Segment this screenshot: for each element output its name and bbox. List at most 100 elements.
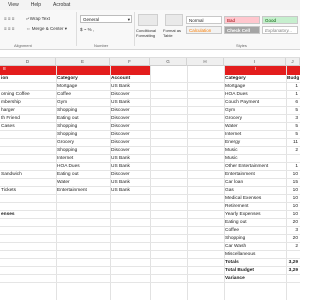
style-explanatory[interactable]: Explanatory... <box>262 26 298 34</box>
cell-budget-category[interactable]: Car loan <box>224 179 286 187</box>
cell-account[interactable]: Discover <box>110 171 150 179</box>
style-calculation[interactable]: Calculation <box>186 26 222 34</box>
cell-account[interactable]: Discover <box>110 147 150 155</box>
cell-budget-amount[interactable]: 6 <box>286 99 300 107</box>
cell-description[interactable]: Cases <box>0 123 56 131</box>
cell-budget-category[interactable]: Music <box>224 155 286 163</box>
cell-budget-amount[interactable]: 5 <box>286 107 300 115</box>
cell-category[interactable]: Gym <box>56 99 110 107</box>
cell-budget-category[interactable]: Coffee <box>224 227 286 235</box>
cell-budget-amount[interactable]: 10 <box>286 203 300 211</box>
cell-budget-amount[interactable]: 5 <box>286 123 300 131</box>
cell-category[interactable]: Water <box>56 179 110 187</box>
cell-category[interactable]: Shopping <box>56 131 110 139</box>
cell-budget-amount[interactable]: 3 <box>286 227 300 235</box>
cell-account[interactable]: US Bank <box>110 179 150 187</box>
right-header-budget[interactable]: Budg <box>286 75 300 83</box>
cell-description[interactable] <box>0 179 56 187</box>
column-header-d[interactable]: D <box>0 58 56 66</box>
cell-budget-category[interactable]: Yearly Expenses <box>224 211 286 219</box>
cell-budget-amount[interactable]: 3 <box>286 115 300 123</box>
format-as-table-icon[interactable] <box>165 14 183 26</box>
cell-budget-category[interactable]: Other Entertainment <box>224 163 286 171</box>
cell-category[interactable]: Shopping <box>56 147 110 155</box>
number-format-symbols[interactable]: $ ~ % , <box>80 27 94 32</box>
cell-category[interactable]: HOA Dues <box>56 163 110 171</box>
cell-expenses-label[interactable]: enses <box>0 211 56 219</box>
cell-budget-amount[interactable] <box>286 155 300 163</box>
cell-budget-amount[interactable]: 10 <box>286 211 300 219</box>
cell-budget-amount[interactable]: 2 <box>286 147 300 155</box>
cell-account[interactable]: Discover <box>110 131 150 139</box>
cell-account[interactable]: Discover <box>110 107 150 115</box>
menu-help[interactable]: Help <box>31 2 41 8</box>
cell-account[interactable]: Discover <box>110 91 150 99</box>
conditional-formatting-icon[interactable] <box>138 14 158 26</box>
style-bad[interactable]: Bad <box>224 16 260 24</box>
menu-view[interactable]: View <box>8 2 19 8</box>
cell-budget-amount[interactable]: 20 <box>286 219 300 227</box>
cell-budget-category[interactable]: Music <box>224 147 286 155</box>
cell-account[interactable]: US Bank <box>110 155 150 163</box>
cell-category[interactable]: Eating out <box>56 171 110 179</box>
cell-description[interactable]: Sandwich <box>0 171 56 179</box>
align-top-icon[interactable]: ≡ ≡ ≡ <box>4 16 14 21</box>
cell-budget-category[interactable]: Mortgage <box>224 83 286 91</box>
cell-category[interactable]: Grocery <box>56 139 110 147</box>
cell-category[interactable]: Mortgage <box>56 83 110 91</box>
cell-budget-category[interactable]: Retirement <box>224 203 286 211</box>
wrap-text-button[interactable]: ⤶ Wrap Text <box>26 16 50 21</box>
total-budget-value[interactable]: 3,29 <box>286 267 300 275</box>
cell-category[interactable]: Shopping <box>56 123 110 131</box>
cell-account[interactable]: Discover <box>110 115 150 123</box>
cell-account[interactable]: Discover <box>110 123 150 131</box>
cell-category[interactable]: Coffee <box>56 91 110 99</box>
cell-budget-amount[interactable]: 10 <box>286 171 300 179</box>
align-left-icon[interactable]: ≡ ≡ ≡ <box>4 26 14 31</box>
cell-budget-category[interactable]: Water <box>224 123 286 131</box>
cell-description[interactable] <box>0 147 56 155</box>
cell-budget-amount[interactable]: 1 <box>286 91 300 99</box>
column-header-j[interactable]: J <box>286 58 300 66</box>
totals-value[interactable]: 3,29 <box>286 259 300 267</box>
cell-budget-amount[interactable]: 15 <box>286 179 300 187</box>
cell-budget-category[interactable]: Gas <box>224 187 286 195</box>
number-format-select[interactable]: General ▾ <box>80 15 132 23</box>
totals-label[interactable]: Totals <box>224 259 286 267</box>
column-header-f[interactable]: F <box>110 58 150 66</box>
column-header-h[interactable]: H <box>187 58 224 66</box>
cell-budget-amount[interactable]: 10 <box>286 187 300 195</box>
cell-budget-category[interactable]: Entertainment <box>224 171 286 179</box>
cell-budget-category[interactable]: Internet <box>224 131 286 139</box>
cell-budget-category[interactable]: Car Wash <box>224 243 286 251</box>
variance-label[interactable]: Variance <box>224 275 286 283</box>
menu-acrobat[interactable]: Acrobat <box>53 2 70 8</box>
cell-account[interactable]: US Bank <box>110 83 150 91</box>
style-check-cell[interactable]: Check Cell <box>224 26 260 34</box>
cell-budget-category[interactable]: Gym <box>224 107 286 115</box>
column-header-e[interactable]: E <box>56 58 110 66</box>
cell-description[interactable]: orning Coffee <box>0 91 56 99</box>
style-normal[interactable]: Normal <box>186 16 222 24</box>
left-header-account[interactable]: Account <box>110 75 150 83</box>
cell-category[interactable]: Eating out <box>56 115 110 123</box>
merge-center-button[interactable]: ⇔ Merge & Center ▾ <box>26 26 67 32</box>
cell-account[interactable]: Discover <box>110 139 150 147</box>
formula-bar[interactable] <box>0 50 300 58</box>
left-header-category[interactable]: Category <box>56 75 110 83</box>
cell-description[interactable] <box>0 139 56 147</box>
cell-budget-amount[interactable]: 1 <box>286 83 300 91</box>
cell-description[interactable] <box>0 83 56 91</box>
cell-budget-amount[interactable]: 11 <box>286 139 300 147</box>
cell-description[interactable]: Tickets <box>0 187 56 195</box>
cell-category[interactable]: Shopping <box>56 107 110 115</box>
cell-budget-category[interactable]: Couch Payment <box>224 99 286 107</box>
cell-budget-category[interactable]: Shopping <box>224 235 286 243</box>
cell-budget-category[interactable]: Grocery <box>224 115 286 123</box>
cell-description[interactable]: harger <box>0 107 56 115</box>
cell-account[interactable]: US Bank <box>110 99 150 107</box>
style-good[interactable]: Good <box>262 16 298 24</box>
cell-description[interactable]: mbership <box>0 99 56 107</box>
cell-category[interactable]: Entertainment <box>56 187 110 195</box>
column-header-g[interactable]: G <box>150 58 187 66</box>
